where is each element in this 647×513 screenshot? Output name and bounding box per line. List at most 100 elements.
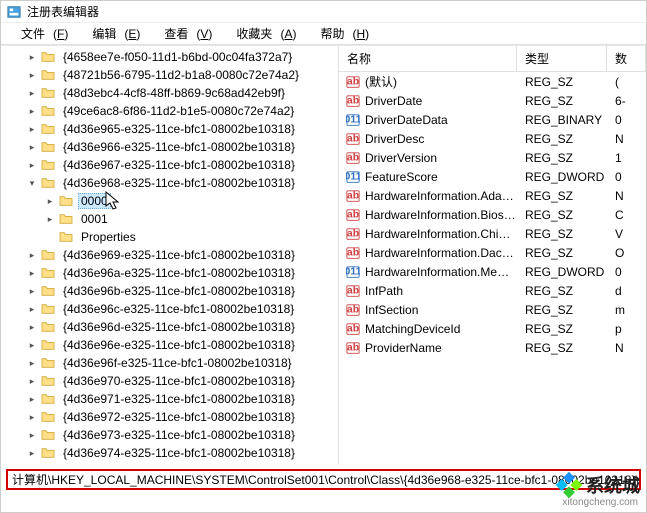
string-value-icon: ab: [345, 150, 361, 166]
chevron-down-icon[interactable]: ▾: [25, 176, 39, 190]
tree-node[interactable]: ▸{48721b56-6795-11d2-b1a8-0080c72e74a2}: [1, 66, 338, 84]
chevron-right-icon[interactable]: ▸: [43, 212, 57, 226]
value-type: REG_SZ: [517, 303, 607, 317]
chevron-right-icon[interactable]: ▸: [25, 374, 39, 388]
chevron-right-icon[interactable]: ▸: [25, 158, 39, 172]
tree-node[interactable]: ▾{4d36e968-e325-11ce-bfc1-08002be10318}: [1, 174, 338, 192]
tree-node[interactable]: ▸{49ce6ac8-6f86-11d2-b1e5-0080c72e74a2}: [1, 102, 338, 120]
chevron-right-icon[interactable]: ▸: [25, 302, 39, 316]
list-row[interactable]: 011DriverDateDataREG_BINARY0: [339, 110, 646, 129]
col-name[interactable]: 名称: [339, 46, 517, 71]
tree-node[interactable]: ▸{4d36e973-e325-11ce-bfc1-08002be10318}: [1, 426, 338, 444]
folder-icon: [40, 338, 56, 352]
value-type: REG_BINARY: [517, 113, 607, 127]
list-row[interactable]: abDriverVersionREG_SZ1: [339, 148, 646, 167]
tree-node[interactable]: ▸{4d36e969-e325-11ce-bfc1-08002be10318}: [1, 246, 338, 264]
value-type: REG_SZ: [517, 75, 607, 89]
tree-node[interactable]: Properties: [1, 228, 338, 246]
list-row[interactable]: abHardwareInformation.BiosSt...REG_SZC: [339, 205, 646, 224]
tree-node[interactable]: ▸ {4658ee7e-f050-11d1-b6bd-00c04fa372a7}: [1, 48, 338, 66]
list-row[interactable]: 011FeatureScoreREG_DWORD0: [339, 167, 646, 186]
value-data: C: [607, 208, 646, 222]
string-value-icon: ab: [345, 226, 361, 242]
tree-label: {4d36e96c-e325-11ce-bfc1-08002be10318}: [60, 301, 297, 317]
tree-node[interactable]: ▸{4d36e96d-e325-11ce-bfc1-08002be10318}: [1, 318, 338, 336]
chevron-right-icon[interactable]: ▸: [25, 446, 39, 460]
list-row[interactable]: 011HardwareInformation.Memo...REG_DWORD0: [339, 262, 646, 281]
folder-icon: [40, 86, 56, 100]
chevron-right-icon[interactable]: ▸: [25, 428, 39, 442]
tree-node[interactable]: ▸{4d36e96b-e325-11ce-bfc1-08002be10318}: [1, 282, 338, 300]
menu-view[interactable]: 查看(V): [148, 23, 220, 44]
tree-node[interactable]: ▸{4d36e970-e325-11ce-bfc1-08002be10318}: [1, 372, 338, 390]
svg-text:ab: ab: [347, 246, 359, 258]
tree-node[interactable]: ▸ {4d36e96f-e325-11ce-bfc1-08002be10318}: [1, 354, 338, 372]
tree-node[interactable]: ▸{48d3ebc4-4cf8-48ff-b869-9c68ad42eb9f}: [1, 84, 338, 102]
folder-icon: [40, 428, 56, 442]
list-row[interactable]: abHardwareInformation.ChipTy...REG_SZV: [339, 224, 646, 243]
chevron-right-icon[interactable]: ▸: [25, 266, 39, 280]
tree-node[interactable]: ▸{4d36e967-e325-11ce-bfc1-08002be10318}: [1, 156, 338, 174]
folder-icon: [40, 266, 56, 280]
list-row[interactable]: abDriverDescREG_SZN: [339, 129, 646, 148]
window-title: 注册表编辑器: [27, 3, 99, 20]
chevron-right-icon[interactable]: ▸: [25, 122, 39, 136]
tree-pane[interactable]: ▸{4658ee7e-f050-11d1-b6bd-00c04fa372a7}▸…: [1, 46, 339, 465]
list-row[interactable]: abHardwareInformation.Adapt...REG_SZN: [339, 186, 646, 205]
tree-node[interactable]: ▸ {4d36e965-e325-11ce-bfc1-08002be10318}: [1, 120, 338, 138]
svg-text:ab: ab: [347, 284, 359, 296]
tree-node[interactable]: ▸{4d36e972-e325-11ce-bfc1-08002be10318}: [1, 408, 338, 426]
value-data: 1: [607, 151, 646, 165]
tree-node[interactable]: ▸{4d36e971-e325-11ce-bfc1-08002be10318}: [1, 390, 338, 408]
chevron-right-icon[interactable]: ▸: [25, 68, 39, 82]
tree-node[interactable]: ▸{4d36e966-e325-11ce-bfc1-08002be10318}: [1, 138, 338, 156]
value-name: HardwareInformation.DacTy...: [365, 246, 517, 260]
tree-label: {4658ee7e-f050-11d1-b6bd-00c04fa372a7}: [60, 49, 295, 65]
menu-edit[interactable]: 编辑(E): [76, 23, 148, 44]
chevron-right-icon[interactable]: ▸: [25, 248, 39, 262]
string-value-icon: ab: [345, 321, 361, 337]
chevron-right-icon[interactable]: ▸: [25, 356, 39, 370]
chevron-right-icon[interactable]: ▸: [25, 104, 39, 118]
value-name: HardwareInformation.ChipTy...: [365, 227, 517, 241]
folder-icon: [40, 410, 56, 424]
folder-icon: [40, 392, 56, 406]
chevron-right-icon[interactable]: ▸: [25, 50, 39, 64]
list-row[interactable]: abInfPathREG_SZd: [339, 281, 646, 300]
menu-help[interactable]: 帮助(H): [304, 23, 377, 44]
tree-node[interactable]: ▸{4d36e975-e325-11ce-bfc1-08002be10318}: [1, 462, 338, 465]
menu-file[interactable]: 文件(F): [5, 23, 76, 44]
chevron-right-icon[interactable]: ▸: [25, 140, 39, 154]
tree-label: {4d36e96f-e325-11ce-bfc1-08002be10318}: [60, 355, 295, 371]
list-pane[interactable]: 名称 类型 数 ab(默认)REG_SZ(abDriverDateREG_SZ6…: [339, 46, 646, 465]
value-data: (: [607, 75, 646, 89]
chevron-right-icon[interactable]: ▸: [25, 338, 39, 352]
value-data: m: [607, 303, 646, 317]
tree-node[interactable]: ▸{4d36e96a-e325-11ce-bfc1-08002be10318}: [1, 264, 338, 282]
list-row[interactable]: abDriverDateREG_SZ6-: [339, 91, 646, 110]
chevron-right-icon[interactable]: ▸: [43, 194, 57, 208]
list-row[interactable]: abInfSectionREG_SZm: [339, 300, 646, 319]
menu-favorites[interactable]: 收藏夹(A): [220, 23, 304, 44]
tree-node[interactable]: ▸0001: [1, 210, 338, 228]
list-row[interactable]: abMatchingDeviceIdREG_SZp: [339, 319, 646, 338]
tree-node[interactable]: ▸ {4d36e96c-e325-11ce-bfc1-08002be10318}: [1, 300, 338, 318]
tree-label: {4d36e965-e325-11ce-bfc1-08002be10318}: [60, 121, 298, 137]
list-row[interactable]: abHardwareInformation.DacTy...REG_SZO: [339, 243, 646, 262]
col-type[interactable]: 类型: [517, 46, 607, 71]
chevron-right-icon[interactable]: ▸: [25, 392, 39, 406]
chevron-right-icon[interactable]: ▸: [25, 86, 39, 100]
chevron-right-icon[interactable]: ▸: [25, 464, 39, 465]
folder-icon: [40, 356, 56, 370]
chevron-right-icon[interactable]: ▸: [25, 320, 39, 334]
col-data[interactable]: 数: [607, 46, 646, 71]
list-row[interactable]: abProviderNameREG_SZN: [339, 338, 646, 357]
list-row[interactable]: ab(默认)REG_SZ(: [339, 72, 646, 91]
tree-node[interactable]: ▸{4d36e96e-e325-11ce-bfc1-08002be10318}: [1, 336, 338, 354]
value-data: N: [607, 189, 646, 203]
value-type: REG_SZ: [517, 227, 607, 241]
tree-node[interactable]: ▸{4d36e974-e325-11ce-bfc1-08002be10318}: [1, 444, 338, 462]
chevron-right-icon[interactable]: ▸: [25, 284, 39, 298]
tree-node[interactable]: ▸0000: [1, 192, 338, 210]
chevron-right-icon[interactable]: ▸: [25, 410, 39, 424]
